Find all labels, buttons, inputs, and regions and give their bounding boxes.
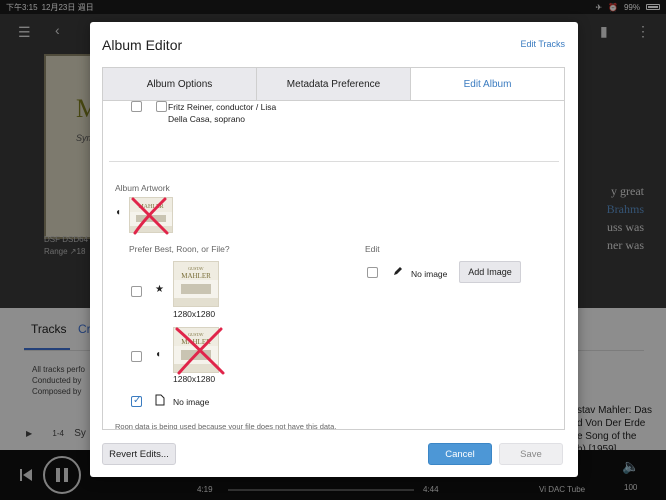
crossed-out-mark — [131, 197, 169, 235]
editor-tabs: Album Options Metadata Preference Edit A… — [102, 67, 565, 100]
pencil-icon — [394, 267, 402, 275]
option-file-checkbox[interactable] — [131, 351, 142, 362]
album-editor-dialog: Album Editor Edit Tracks Album Options M… — [90, 22, 578, 477]
credit-checkbox-b[interactable] — [156, 101, 167, 112]
edit-album-panel[interactable]: Fritz Reiner, conductor / Lisa Della Cas… — [102, 100, 565, 430]
dialog-title: Album Editor — [102, 37, 183, 53]
speaker-icon: ◖ — [155, 349, 162, 360]
best-artwork-thumb: GUSTAV MAHLER — [173, 261, 219, 307]
credit-item: Fritz Reiner, conductor / Lisa Della Cas… — [168, 102, 277, 124]
file-artwork-resolution: 1280x1280 — [173, 374, 216, 384]
no-image-label: No image — [173, 397, 210, 407]
save-button[interactable]: Save — [499, 443, 563, 465]
cancel-button[interactable]: Cancel — [428, 443, 492, 465]
revert-edits-button[interactable]: Revert Edits... — [102, 443, 176, 465]
crossed-out-mark — [175, 327, 225, 375]
option-best-checkbox[interactable] — [131, 286, 142, 297]
edit-checkbox[interactable] — [367, 267, 378, 278]
album-artwork-label: Album Artwork — [115, 183, 170, 193]
edit-no-image-label: No image — [411, 269, 448, 279]
speaker-icon: ◖ — [115, 207, 122, 218]
edit-label: Edit — [365, 244, 380, 254]
edit-tracks-link[interactable]: Edit Tracks — [520, 39, 565, 49]
file-icon — [155, 394, 165, 406]
star-icon: ★ — [155, 284, 164, 295]
credit-checkbox-a[interactable] — [131, 101, 142, 112]
add-image-button[interactable]: Add Image — [459, 261, 521, 283]
tab-album-options[interactable]: Album Options — [103, 68, 257, 100]
tab-edit-album[interactable]: Edit Album — [411, 68, 564, 100]
prefer-label: Prefer Best, Roon, or File? — [129, 244, 230, 254]
tab-metadata-preference[interactable]: Metadata Preference — [257, 68, 411, 100]
roon-data-note: Roon data is being used because your fil… — [115, 422, 337, 430]
option-no-image-checkbox[interactable] — [131, 395, 142, 407]
best-artwork-resolution: 1280x1280 — [173, 309, 216, 319]
